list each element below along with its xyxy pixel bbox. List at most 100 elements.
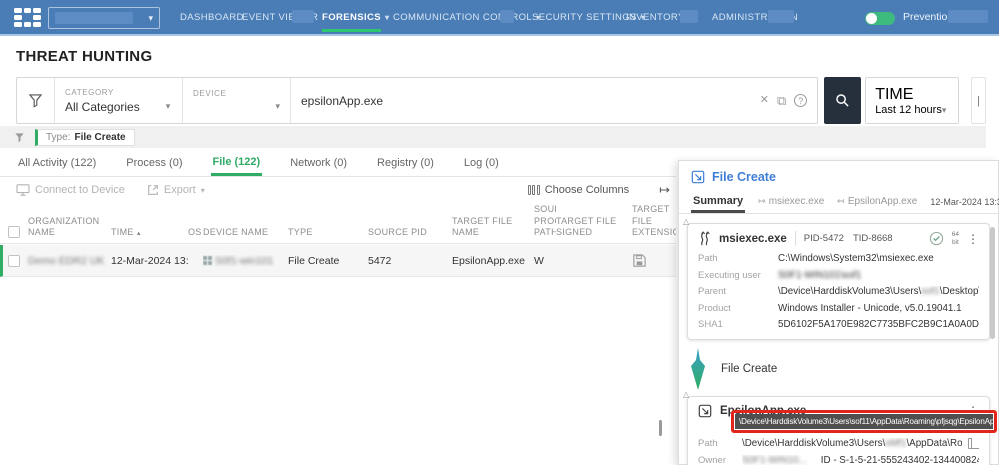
parent-path-value: \Device\HarddiskVolume3\Users\sof1\Deskt… bbox=[778, 286, 979, 297]
export-button[interactable]: Export ▾ bbox=[147, 184, 205, 196]
cell-target-file-extension bbox=[632, 253, 676, 268]
panel-tab-summary[interactable]: Summary bbox=[691, 191, 746, 213]
funnel-icon bbox=[28, 94, 43, 108]
event-details-panel: File Create Summary ↦ msiexec.exe ↦ Epsilo… bbox=[678, 160, 999, 465]
nav-redaction bbox=[768, 10, 794, 23]
col-target-file-extension[interactable]: TARGET FILE EXTENSION bbox=[632, 204, 676, 238]
clear-icon[interactable]: ✕ bbox=[760, 95, 769, 106]
tab-all-activity[interactable]: All Activity (122) bbox=[16, 150, 98, 176]
event-timestamp: 12-Mar-2024 13:31:17 bbox=[930, 196, 999, 207]
tab-process[interactable]: Process (0) bbox=[124, 150, 184, 176]
owner-sid: ID - S-1-5-21-555243402-1344008241-147..… bbox=[820, 454, 979, 465]
annotation-highlight-box: \Device\HarddiskVolume3\Users\sof11\AppD… bbox=[731, 410, 997, 433]
sha1-value: 5D6102F5A170E982C7735BFC2B9C1A0A0D435FD1 bbox=[778, 319, 979, 330]
category-value: All Categories bbox=[65, 99, 140, 114]
organization-dropdown[interactable]: ▾ bbox=[48, 7, 160, 29]
search-button[interactable] bbox=[824, 77, 862, 124]
file-create-icon bbox=[691, 170, 705, 184]
source-process-card: △ msiexec.exe PID-5472 TID-8668 64 bit ⋮… bbox=[683, 217, 990, 340]
cell-source-process-path: W bbox=[534, 254, 544, 267]
monitor-icon bbox=[16, 184, 30, 196]
full-path-tooltip: \Device\HarddiskVolume3\Users\sof11\AppD… bbox=[735, 414, 993, 429]
arrow-in-icon: ↦ bbox=[837, 196, 845, 206]
prevention-toggle[interactable] bbox=[865, 12, 895, 25]
chevron-down-icon: ▾ bbox=[385, 12, 390, 22]
select-all-checkbox[interactable] bbox=[8, 226, 20, 238]
tab-registry[interactable]: Registry (0) bbox=[375, 150, 436, 176]
search-icon bbox=[836, 94, 849, 107]
chevron-down-icon: ▾ bbox=[165, 101, 171, 111]
help-icon[interactable]: ? bbox=[794, 94, 808, 107]
panel-title-row: File Create bbox=[679, 161, 998, 188]
more-options-button[interactable]: | bbox=[971, 77, 986, 124]
nav-dashboard[interactable]: DASHBOARD bbox=[180, 0, 244, 34]
cell-target-file-name: EpsilonApp.exe bbox=[452, 254, 525, 267]
device-dropdown[interactable]: DEVICE ▾ bbox=[183, 78, 291, 123]
panel-tab-source-process[interactable]: ↦ msiexec.exe bbox=[758, 196, 824, 207]
col-source-process-path[interactable]: SOURCE PROCESS PATH bbox=[534, 204, 556, 238]
page-title: THREAT HUNTING bbox=[16, 48, 153, 65]
connect-to-device-button[interactable]: Connect to Device bbox=[16, 184, 125, 196]
filter-button[interactable] bbox=[17, 78, 55, 123]
choose-columns-button[interactable]: Choose Columns bbox=[527, 184, 629, 196]
device-label: DEVICE bbox=[193, 89, 227, 98]
panel-tabs: Summary ↦ msiexec.exe ↦ EpsilonApp.exe 12-… bbox=[679, 188, 999, 214]
collapse-triangle-icon[interactable]: △ bbox=[683, 217, 689, 226]
tab-file[interactable]: File (122) bbox=[210, 150, 263, 176]
active-filters-band: Type: File Create bbox=[0, 126, 986, 148]
col-organization-name[interactable]: ORGANIZATION NAME bbox=[28, 216, 111, 239]
col-target-file-signed[interactable]: TARGET FILE SIGNED bbox=[556, 216, 632, 239]
time-range-dropdown[interactable]: TIME Last 12 hours▾ bbox=[865, 77, 960, 124]
file-extension-icon bbox=[633, 254, 646, 267]
nav-redaction bbox=[292, 10, 314, 23]
process-name: msiexec.exe bbox=[719, 232, 787, 245]
col-os[interactable]: OS bbox=[188, 227, 203, 238]
file-create-icon bbox=[698, 404, 712, 418]
col-device-name[interactable]: DEVICE NAME bbox=[203, 227, 288, 238]
category-dropdown[interactable]: CATEGORY All Categories ▾ bbox=[55, 78, 183, 123]
table-row[interactable]: Demo EDR2 UK 12-Mar-2024 13:31... S0f1-w… bbox=[0, 245, 676, 277]
kebab-menu-icon[interactable]: ⋮ bbox=[967, 233, 979, 245]
nav-forensics[interactable]: FORENSICS ▾ bbox=[322, 0, 389, 34]
collapse-triangle-icon[interactable]: △ bbox=[683, 390, 689, 399]
filter-chip-value: File Create bbox=[74, 131, 126, 143]
col-target-file-name[interactable]: TARGET FILE NAME bbox=[452, 216, 534, 239]
search-bar: CATEGORY All Categories▾ DEVICE ▾ ✕ ⧉ ? … bbox=[16, 77, 986, 124]
threat-hunting-screen: ▾ DASHBOARD EVENT VIEWER FORENSICS ▾ COMM… bbox=[0, 0, 999, 465]
expand-panel-icon[interactable]: ↦ bbox=[659, 182, 670, 198]
process-pid: PID-5472 bbox=[803, 233, 844, 244]
sort-asc-icon: ▲ bbox=[135, 230, 142, 237]
organization-redacted-value bbox=[55, 12, 133, 24]
panel-tab-target-file[interactable]: ↦ EpsilonApp.exe bbox=[837, 196, 917, 207]
col-time[interactable]: TIME ▲ bbox=[111, 227, 188, 239]
target-path-value: \Device\HarddiskVolume3\Users\sMf1\AppDa… bbox=[742, 438, 979, 449]
col-type[interactable]: TYPE bbox=[288, 227, 368, 238]
nav-communication-control[interactable]: COMMUNICATION CONTROL ▾ bbox=[393, 0, 541, 34]
copy-icon[interactable] bbox=[968, 438, 979, 449]
row-checkbox[interactable] bbox=[8, 254, 20, 267]
verified-icon bbox=[929, 231, 943, 246]
process-path-value: C:\Windows\System32\msiexec.exe bbox=[778, 253, 934, 264]
panel-scrollbar[interactable] bbox=[990, 227, 995, 339]
category-label: CATEGORY bbox=[65, 87, 114, 97]
filter-chip-type[interactable]: Type: File Create bbox=[35, 128, 135, 146]
tab-log[interactable]: Log (0) bbox=[462, 150, 501, 176]
col-source-pid[interactable]: SOURCE PID bbox=[368, 227, 452, 238]
table-scrollbar[interactable] bbox=[659, 420, 662, 436]
flow-event-label: File Create bbox=[721, 363, 778, 375]
windows-icon bbox=[203, 256, 212, 266]
owner-value: S0F1-WIN10... ID - S-1-5-21-555243402-134… bbox=[742, 455, 979, 465]
time-label: TIME bbox=[875, 85, 914, 103]
chevron-down-icon: ▾ bbox=[275, 101, 280, 111]
search-input[interactable] bbox=[301, 93, 752, 108]
cell-type: File Create bbox=[288, 254, 340, 267]
process-icon bbox=[701, 231, 710, 246]
product-value: Windows Installer - Unicode, v5.0.19041.… bbox=[778, 302, 962, 314]
query-builder: CATEGORY All Categories ▾ DEVICE ▾ ✕ ⧉ ? bbox=[16, 77, 819, 124]
toggle-knob bbox=[866, 13, 877, 24]
tab-network[interactable]: Network (0) bbox=[288, 150, 349, 176]
top-navbar: ▾ DASHBOARD EVENT VIEWER FORENSICS ▾ COMM… bbox=[0, 0, 999, 36]
nav-redaction bbox=[948, 10, 988, 23]
table-toolbar: Connect to Device Export ▾ Choose Column… bbox=[0, 180, 676, 200]
copy-query-icon[interactable]: ⧉ bbox=[777, 94, 786, 107]
